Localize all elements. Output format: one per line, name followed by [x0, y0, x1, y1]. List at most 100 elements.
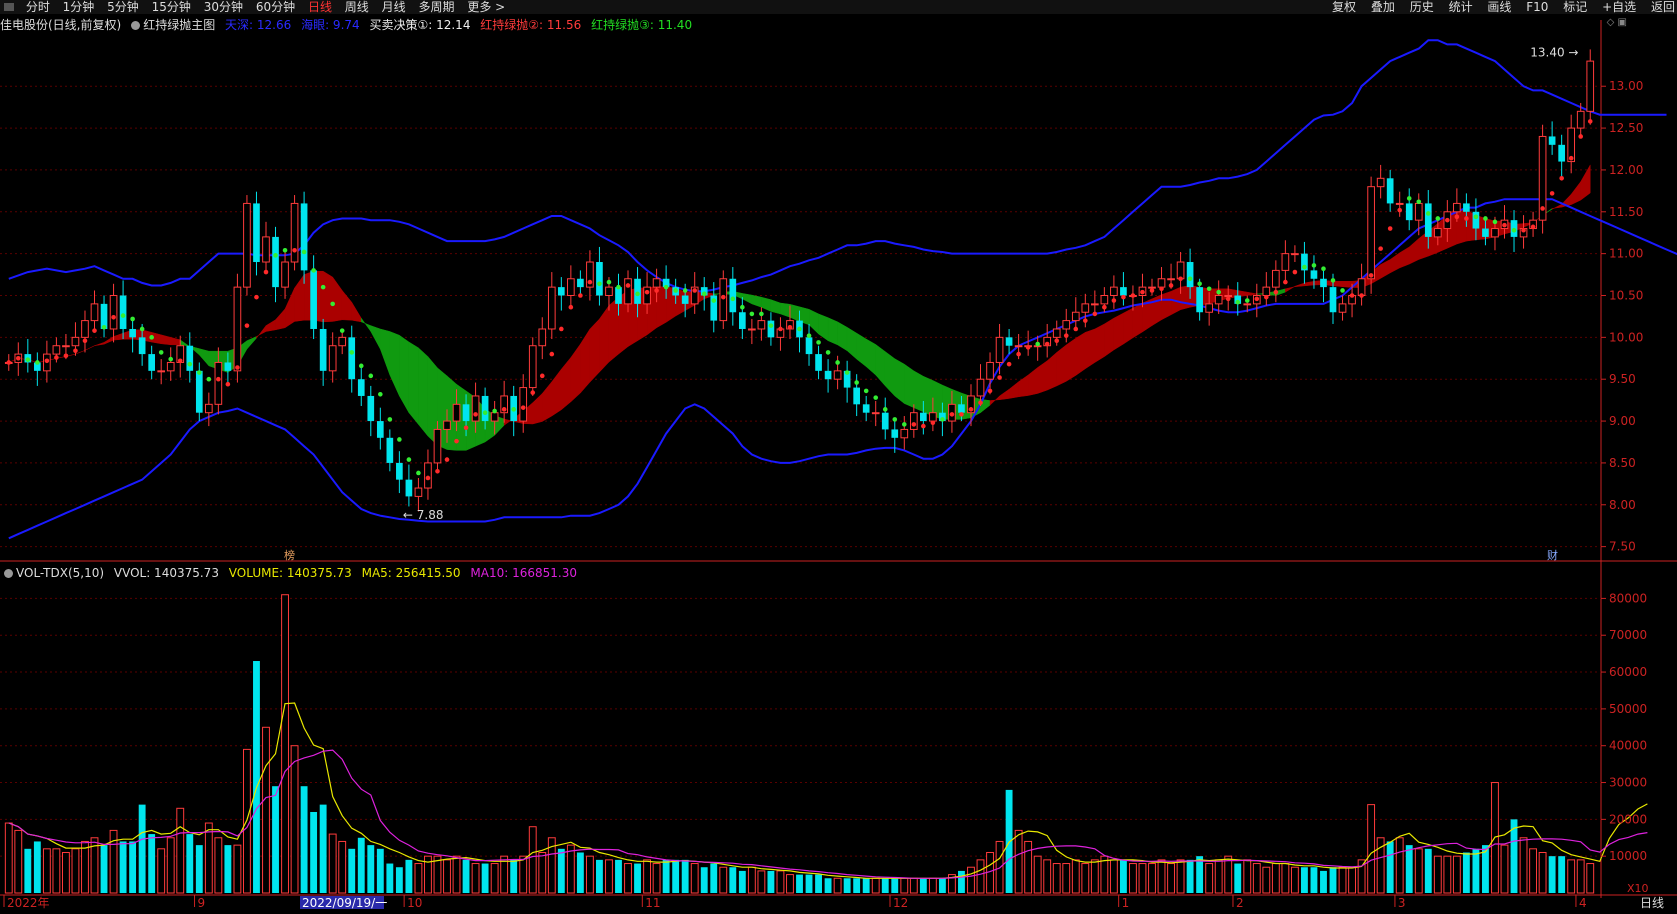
decision-dot [1235, 299, 1241, 305]
decision-dot [759, 311, 764, 317]
volume-bar-up [1109, 859, 1118, 894]
volume-bar-up [871, 877, 880, 894]
candle-down [1120, 287, 1127, 296]
candle-up [1491, 228, 1499, 238]
candle-up [262, 236, 270, 263]
decision-dot [1578, 134, 1584, 139]
decision-dot [177, 358, 183, 364]
candle-up [109, 295, 118, 330]
decision-dot [987, 388, 993, 394]
decision-dot [1111, 298, 1117, 303]
decision-dot [844, 370, 850, 375]
chart-canvas[interactable]: 7.50 8.00 8.50 9.00 9.50 10.00 10.50 11.00 11.50… [0, 0, 1677, 914]
decision-dot [539, 373, 545, 379]
candle-down [577, 278, 584, 288]
decision-dot [263, 269, 269, 275]
volume-bar-down [862, 878, 870, 893]
candle-down [396, 462, 403, 480]
candle-up [1357, 278, 1366, 296]
decision-dot [1349, 293, 1355, 298]
decision-dot [273, 253, 278, 258]
volume-bar-up [1024, 840, 1033, 894]
candle-down [805, 337, 813, 355]
decision-dot [358, 363, 364, 369]
candle-up [243, 202, 251, 288]
volume-bar-down [395, 867, 403, 893]
candle-up [338, 336, 347, 347]
candle-up [424, 462, 432, 489]
candle-up [567, 278, 575, 296]
decision-dot [1121, 294, 1126, 300]
candle-down [615, 287, 622, 304]
volume-bar-down [796, 874, 803, 893]
candle-up [1453, 202, 1461, 213]
volume-tick-label: 20000 [1609, 812, 1647, 826]
volume-bar-down [738, 870, 746, 893]
decision-dot [768, 323, 774, 328]
decision-dot [882, 407, 888, 412]
volume-bar-up [1529, 848, 1538, 894]
decision-dot [25, 357, 31, 362]
volume-bar-up [747, 866, 756, 894]
volume-bar-down [1234, 863, 1242, 893]
volume-bar-up [643, 859, 651, 894]
decision-dot [673, 288, 678, 293]
volume-bar-up [757, 870, 766, 894]
candle-up [214, 361, 223, 405]
decision-dot [1025, 345, 1031, 350]
decision-dot [387, 417, 393, 422]
candle-up [1576, 110, 1585, 129]
decision-dot [1435, 216, 1441, 221]
candle-up [519, 387, 528, 422]
hold-sell-band [1104, 317, 1115, 358]
decision-dot [130, 316, 135, 322]
decision-dot [606, 279, 612, 285]
decision-dot [1225, 296, 1231, 302]
volume-bar-up [1224, 855, 1233, 894]
volume-bar-up [1576, 859, 1585, 894]
hold-sell-band [542, 381, 553, 422]
hold-sell-band [1132, 302, 1143, 339]
candle-up [414, 487, 423, 497]
volume-bar-down [710, 863, 718, 893]
hold-sell-band [1085, 328, 1096, 370]
decision-dot [701, 291, 707, 297]
volume-bar-up [1167, 863, 1175, 894]
candle-down [224, 362, 232, 371]
hold-sell-band [1570, 180, 1581, 206]
hold-sell-band [84, 345, 95, 351]
decision-dot [44, 358, 50, 364]
hold-sell-band [837, 321, 848, 352]
volume-bar-down [1300, 867, 1308, 893]
hold-sell-band [742, 293, 753, 305]
decision-dot [15, 355, 21, 361]
candle-down [881, 412, 889, 430]
decision-dot [378, 391, 383, 397]
decision-dot [1416, 199, 1422, 205]
decision-dot [454, 438, 459, 444]
volume-bar-down [376, 848, 384, 893]
volume-bar-up [1290, 866, 1299, 894]
decision-dot [892, 417, 898, 422]
hold-sell-band [1094, 323, 1105, 363]
volume-bar-up [1338, 866, 1347, 894]
volume-bar-up [776, 870, 785, 894]
decision-dot [1445, 217, 1450, 223]
price-tick-label: 12.50 [1609, 121, 1643, 135]
decision-dot [1216, 289, 1221, 295]
hold-sell-band [923, 375, 934, 417]
decision-dot [720, 294, 726, 300]
candle-down [853, 387, 860, 405]
decision-dot [1092, 311, 1098, 317]
candle-down [357, 379, 365, 396]
volume-bar-up [204, 822, 213, 894]
volume-bar-up [1281, 863, 1290, 894]
candle-down [405, 479, 413, 497]
x-tick-label: 2 [1236, 896, 1244, 910]
x-tick-label: 1 [1122, 896, 1130, 910]
volume-bar-up [1586, 863, 1595, 894]
decision-dot [1502, 222, 1507, 228]
volume-bar-up [1052, 863, 1061, 894]
candle-up [1224, 295, 1233, 297]
volume-bar-down [729, 867, 737, 893]
